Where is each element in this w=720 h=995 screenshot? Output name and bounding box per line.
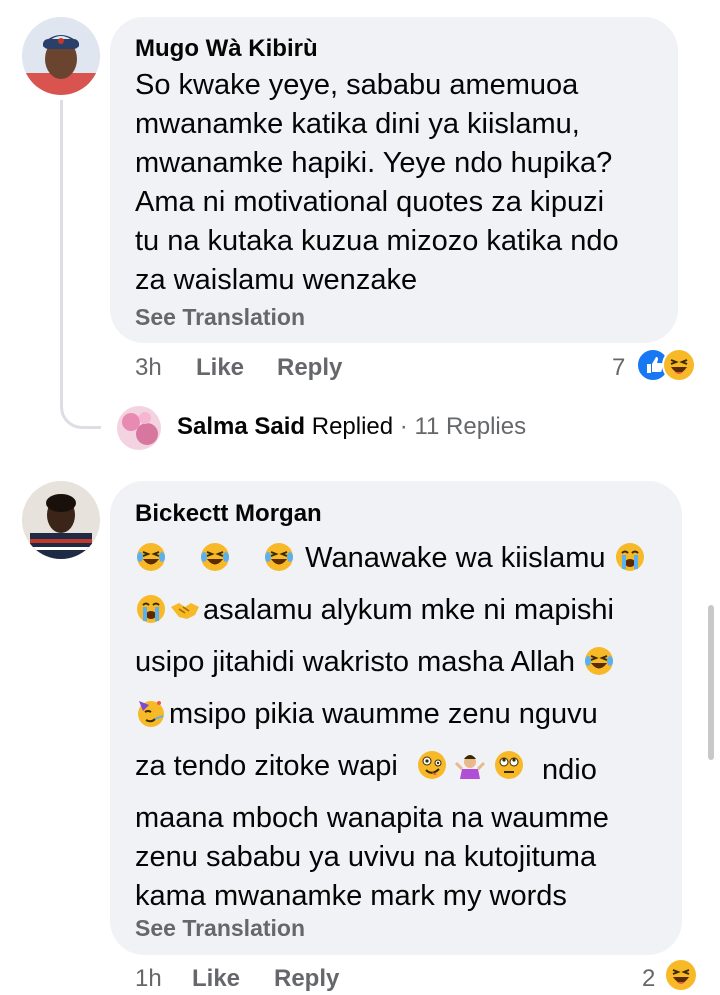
- haha-icon: [662, 348, 696, 382]
- comment-text: So kwake yeye, sababu amemuoa mwanamke k…: [135, 66, 675, 300]
- handshake-emoji-icon: [171, 603, 199, 619]
- comment-author[interactable]: Bickectt Morgan: [135, 500, 322, 528]
- comment-line: zenu sababu ya uvivu na kutojituma: [135, 841, 597, 873]
- party-face-emoji-icon: [138, 701, 164, 727]
- comment-line: Ama ni motivational quotes za kipuzi: [135, 186, 605, 218]
- comment-line: msipo pikia waumme zenu nguvu: [135, 695, 680, 747]
- reply-button[interactable]: Reply: [277, 354, 342, 382]
- thread-connector: [60, 100, 101, 429]
- laughing-emoji-icon: [585, 647, 614, 675]
- reaction-summary[interactable]: 2: [640, 958, 702, 992]
- reply-count: 11 Replies: [414, 413, 527, 440]
- comment-line-text: za tendo zitoke wapi: [135, 750, 398, 782]
- comment-line: mwanamke hapiki. Yeye ndo hupika?: [135, 147, 613, 179]
- comment-time[interactable]: 1h: [135, 965, 162, 993]
- comment-bubble[interactable]: Mugo Wà Kibirù So kwake yeye, sababu ame…: [110, 17, 678, 343]
- eye-roll-emoji-icon: [494, 751, 523, 779]
- reply-author[interactable]: Salma Said: [177, 413, 305, 440]
- crying-emoji-icon: [615, 543, 644, 571]
- comment-line: usipo jitahidi wakristo masha Allah: [135, 643, 680, 695]
- comment-line: maana mboch wanapita na waumme: [135, 802, 609, 834]
- comment-text: Wanawake wa kiislamu asalamu alykum mke …: [135, 539, 680, 916]
- avatar[interactable]: [117, 406, 161, 450]
- reply-action: Replied: [311, 413, 394, 440]
- comment-line: tu na kutaka kuzua mizozo katika ndo: [135, 225, 619, 257]
- see-translation-link[interactable]: See Translation: [135, 915, 305, 942]
- comment-line: Wanawake wa kiislamu: [135, 539, 680, 591]
- person-shrugging-emoji-icon: [455, 755, 486, 779]
- reaction-count: 2: [642, 965, 656, 992]
- comment-line-text: msipo pikia waumme zenu nguvu: [169, 698, 598, 730]
- comment-line: za waislamu wenzake: [135, 264, 418, 296]
- like-button[interactable]: Like: [192, 965, 240, 993]
- comment-line-text: asalamu alykum mke ni mapishi: [203, 594, 614, 626]
- comment-line: kama mwanamke mark my words: [135, 880, 567, 912]
- laughing-emoji-icon: [265, 543, 294, 571]
- crying-emoji-icon: [137, 595, 165, 623]
- see-translation-link[interactable]: See Translation: [135, 304, 305, 331]
- comment-meta: 1h Like Reply: [135, 965, 695, 995]
- comment-bubble[interactable]: Bickectt Morgan Wanawake wa kiislamu asa…: [110, 481, 682, 955]
- zany-face-emoji-icon: [418, 751, 446, 779]
- reply-summary-link[interactable]: Salma Said Replied · 11 Replies: [177, 413, 526, 441]
- comment-time[interactable]: 3h: [135, 354, 162, 382]
- comment-author[interactable]: Mugo Wà Kibirù: [135, 35, 318, 63]
- laughing-emoji-icon: [201, 543, 230, 571]
- comment-line: asalamu alykum mke ni mapishi: [135, 591, 680, 643]
- comment-line-text: usipo jitahidi wakristo masha Allah: [135, 646, 584, 678]
- emoji-group: [416, 749, 546, 783]
- reaction-summary[interactable]: 7: [610, 348, 702, 384]
- reply-button[interactable]: Reply: [274, 965, 339, 993]
- laughing-emoji-icon: [137, 543, 165, 571]
- reaction-count: 7: [612, 354, 626, 381]
- comment-line-text: Wanawake wa kiislamu: [297, 542, 614, 574]
- avatar[interactable]: [22, 17, 100, 95]
- haha-icon: [664, 958, 698, 992]
- reply-separator: ·: [399, 413, 408, 440]
- comment-line: mwanamke katika dini ya kiislamu,: [135, 108, 580, 140]
- comment-line: za tendo zitoke wapi: [135, 747, 680, 799]
- avatar[interactable]: [22, 481, 100, 559]
- like-button[interactable]: Like: [196, 354, 244, 382]
- comment-line: So kwake yeye, sababu amemuoa: [135, 69, 579, 101]
- comment-line-suffix: ndio: [542, 754, 597, 786]
- scrollbar-thumb[interactable]: [708, 605, 714, 760]
